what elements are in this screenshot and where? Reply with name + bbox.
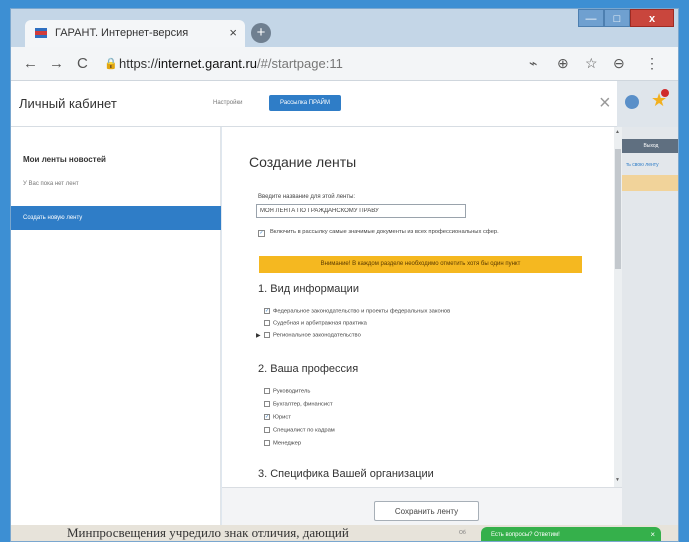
form-title: Создание ленты — [249, 154, 357, 170]
expand-arrow-icon[interactable]: ▶ — [256, 332, 261, 339]
back-icon[interactable]: ← — [23, 55, 38, 72]
maximize-button[interactable]: □ — [604, 9, 630, 27]
minimize-button[interactable]: — — [578, 9, 604, 27]
url-host: internet.garant.ru — [158, 56, 258, 71]
sidebar-title: Мои ленты новостей — [23, 155, 106, 164]
option-label: Судебная и арбитражная практика — [273, 320, 367, 327]
feed-name-input[interactable] — [256, 204, 466, 218]
reload-icon[interactable]: C — [77, 55, 88, 72]
section-title-org-specifics: 3. Специфика Вашей организации — [258, 468, 434, 480]
tab-bar: ГАРАНТ. Интернет-версия × + — □ x — [11, 9, 678, 47]
option-label: Менеджер — [273, 440, 302, 447]
option-court[interactable]: Судебная и арбитражная практика — [264, 320, 367, 327]
bookmark-star-icon[interactable]: ☆ — [585, 55, 598, 72]
feeds-sidebar: Мои ленты новостей У Вас пока нет лент С… — [11, 127, 221, 525]
browser-tab[interactable]: ГАРАНТ. Интернет-версия × — [25, 20, 245, 47]
checkbox[interactable] — [264, 440, 270, 446]
chat-label: Есть вопросы? Ответим! — [491, 532, 560, 538]
logout-button[interactable]: Выход — [622, 139, 678, 153]
close-cabinet-icon[interactable]: × — [599, 92, 611, 115]
checkbox-checked[interactable]: ✓ — [264, 414, 270, 420]
chat-widget-button[interactable]: Есть вопросы? Ответим! × — [481, 527, 661, 541]
option-hr[interactable]: Специалист по кадрам — [264, 427, 335, 434]
checkbox[interactable] — [264, 401, 270, 407]
url-scheme: https:// — [119, 56, 159, 71]
option-label: Федеральное законодательство и проекты ф… — [273, 308, 451, 315]
option-label: Специалист по кадрам — [273, 427, 335, 434]
new-tab-button[interactable]: + — [251, 23, 271, 43]
news-text: Минпросвещения учредило знак отличия, да… — [67, 525, 349, 540]
url-field[interactable]: https://internet.garant.ru/#/startpage:1… — [119, 56, 343, 71]
address-bar: ← → C 🔒 https://internet.garant.ru/#/sta… — [11, 47, 678, 81]
tab-title: ГАРАНТ. Интернет-версия — [55, 27, 189, 39]
checkbox[interactable] — [264, 388, 270, 394]
menu-icon[interactable]: ⋮ — [645, 55, 659, 72]
create-feed-form: Создание ленты Введите название для этой… — [222, 127, 614, 487]
window-controls: — □ x — [578, 9, 674, 27]
cabinet-header: Личный кабинет Настройки Рассылка ПРАЙМ … — [11, 81, 678, 127]
scroll-up-icon[interactable]: ▲ — [615, 129, 620, 135]
checkbox-checked[interactable]: ✓ — [264, 308, 270, 314]
header-side-icons: ★ — [617, 81, 678, 127]
cabinet-title: Личный кабинет — [19, 96, 117, 111]
checkbox[interactable] — [264, 427, 270, 433]
option-label: Региональное законодательство — [273, 332, 361, 339]
settings-link[interactable]: Настройки — [213, 100, 242, 106]
checkbox[interactable] — [264, 332, 270, 338]
option-accountant[interactable]: Бухгалтер, финансист — [264, 401, 333, 408]
checkbox[interactable] — [264, 320, 270, 326]
profile-icon[interactable]: ⊖ — [613, 55, 625, 72]
name-label: Введите название для этой ленты: — [258, 194, 356, 200]
create-feed-item[interactable]: Создать новую ленту — [11, 206, 221, 230]
key-icon[interactable]: ⌁ — [529, 55, 537, 72]
option-lawyer[interactable]: ✓ Юрист — [264, 414, 291, 421]
include-important-checkbox[interactable]: ✓ — [258, 230, 265, 237]
scroll-down-icon[interactable]: ▼ — [615, 477, 620, 483]
option-regional[interactable]: Региональное законодательство — [264, 332, 361, 339]
section-title-info-type: 1. Вид информации — [258, 283, 359, 295]
option-manager-head[interactable]: Руководитель — [264, 388, 310, 395]
form-scrollbar[interactable]: ▲ ▼ — [614, 127, 622, 487]
form-footer: Сохранить ленту — [222, 487, 622, 525]
scrollbar-thumb[interactable] — [615, 149, 621, 269]
notification-badge — [661, 89, 669, 97]
highlight-strip — [622, 175, 678, 191]
include-important-label: Включить в рассылку самые значимые докум… — [270, 229, 499, 235]
mailing-prime-button[interactable]: Рассылка ПРАЙМ — [269, 95, 341, 111]
lock-icon: 🔒 — [104, 58, 118, 70]
url-path: /#/startpage:11 — [257, 56, 343, 71]
browser-window: ГАРАНТ. Интернет-версия × + — □ x ← → C … — [10, 8, 679, 542]
close-window-button[interactable]: x — [630, 9, 674, 27]
background-page-panel: Выход ть свою ленту — [622, 127, 678, 525]
option-label: Руководитель — [273, 388, 311, 395]
option-label: Юрист — [273, 414, 291, 421]
garant-favicon-icon — [35, 28, 47, 38]
chat-close-icon[interactable]: × — [650, 527, 655, 541]
section-title-profession: 2. Ваша профессия — [258, 363, 359, 375]
option-manager[interactable]: Менеджер — [264, 440, 301, 447]
option-label: Бухгалтер, финансист — [273, 401, 333, 408]
tab-close-icon[interactable]: × — [229, 25, 237, 40]
save-feed-button[interactable]: Сохранить ленту — [374, 501, 479, 521]
page-bottom: Минпросвещения учредило знак отличия, да… — [11, 525, 678, 541]
option-federal[interactable]: ✓ Федеральное законодательство и проекты … — [264, 308, 450, 315]
zoom-icon[interactable]: ⊕ — [557, 55, 569, 72]
warning-banner: Внимание! В каждом разделе необходимо от… — [259, 256, 582, 273]
own-feed-link[interactable]: ть свою ленту — [626, 162, 659, 168]
sidebar-empty-text: У Вас пока нет лент — [23, 181, 79, 187]
mini-label: Об — [459, 530, 466, 536]
user-icon[interactable] — [625, 95, 639, 109]
forward-icon[interactable]: → — [49, 55, 64, 72]
